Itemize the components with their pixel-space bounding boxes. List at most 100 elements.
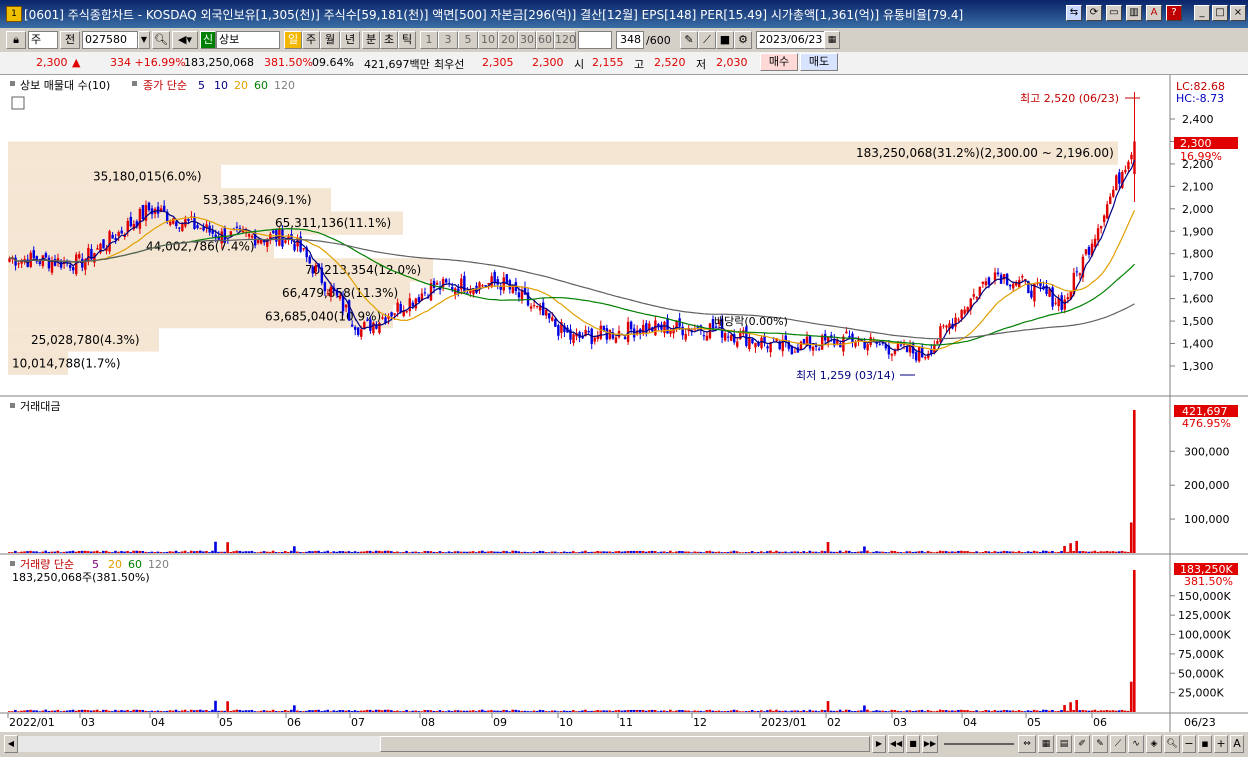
period-month[interactable]: 월 <box>320 31 340 49</box>
volume-bar <box>232 710 236 712</box>
chart-svg[interactable]: 183,250,068(31.2%)(2,300.00 ~ 2,196.00) 3… <box>0 75 1248 732</box>
x-tick-label: 10 <box>559 716 573 729</box>
period-minute[interactable]: 분 <box>362 31 380 49</box>
chart-area[interactable]: 183,250,068(31.2%)(2,300.00 ~ 2,196.00) 3… <box>0 75 1248 732</box>
zoom-out-icon[interactable]: − <box>1182 735 1196 753</box>
candle-body <box>599 325 603 339</box>
tool-cross-icon[interactable]: ✎ <box>680 31 698 49</box>
volume-bar <box>905 710 909 712</box>
candle-body <box>466 292 469 294</box>
volume-bar <box>841 711 845 712</box>
interval-20[interactable]: 20 <box>498 31 518 49</box>
minimize-button[interactable]: _ <box>1194 5 1210 21</box>
volume-bar <box>453 710 457 712</box>
draw3-icon[interactable]: ⟋ <box>1110 735 1126 753</box>
amount-bar <box>993 551 997 553</box>
volume-bar <box>211 709 214 712</box>
y-tick-label: 1,900 <box>1182 225 1214 238</box>
scrollbar-thumb[interactable] <box>380 736 870 752</box>
date-input[interactable]: 2023/06/23 <box>756 31 826 49</box>
help-icon[interactable]: ? <box>1166 5 1182 21</box>
split-icon[interactable]: ▥ <box>1126 5 1142 21</box>
prev-button[interactable]: 전 <box>60 31 80 49</box>
font-size-icon[interactable]: A <box>1230 735 1244 753</box>
amount-bar <box>544 552 548 553</box>
save-icon[interactable]: ■ <box>716 31 734 49</box>
interval-120[interactable]: 120 <box>554 31 576 49</box>
bucket-icon[interactable]: ◈ <box>1146 735 1162 753</box>
volume-bar <box>105 709 108 712</box>
amount-bar <box>602 551 605 553</box>
interval-10[interactable]: 10 <box>478 31 498 49</box>
stock-name-field[interactable]: 상보 <box>216 31 280 49</box>
interval-3[interactable]: 3 <box>438 31 458 49</box>
scroll-right-icon[interactable]: ▶ <box>872 735 886 753</box>
buy-button[interactable]: 매수 <box>760 53 798 71</box>
volume-bar <box>638 710 642 712</box>
market-select[interactable]: 주 <box>28 31 58 49</box>
volume-bar <box>68 710 72 712</box>
quote-high-label: 고 <box>634 58 645 71</box>
search-icon[interactable]: 🔍︎ <box>152 31 170 49</box>
amount-bar <box>98 552 102 553</box>
amount-bar <box>53 551 57 553</box>
amount-bar <box>714 551 718 553</box>
link-icon[interactable]: ⇆ <box>1066 5 1082 21</box>
font-icon[interactable]: A <box>1146 5 1162 21</box>
candle-body <box>939 326 942 342</box>
zoom-in-icon[interactable]: + <box>1214 735 1228 753</box>
tool-line-icon[interactable]: ⟋ <box>698 31 716 49</box>
window-icon[interactable]: ▭ <box>1106 5 1122 21</box>
dropdown-icon[interactable]: ▼ <box>138 31 150 49</box>
grid-toggle-icon[interactable] <box>11 96 25 110</box>
stop-icon[interactable]: ■ <box>906 735 920 753</box>
interval-30[interactable]: 30 <box>518 31 536 49</box>
period-week[interactable]: 주 <box>302 31 320 49</box>
amount-bar <box>766 551 769 553</box>
period-second[interactable]: 초 <box>380 31 398 49</box>
toolbar: 🔒︎ 주 전 027580 ▼ 🔍︎ ◀▾ 신 상보 일 주 월 년 분 초 틱… <box>0 28 1248 53</box>
amount-bar <box>511 550 514 553</box>
period-tick[interactable]: 틱 <box>398 31 416 49</box>
calendar-icon[interactable]: ▦ <box>824 31 840 49</box>
amount-bar <box>256 552 260 553</box>
period-year[interactable]: 년 <box>340 31 360 49</box>
candle-body <box>957 319 960 321</box>
rewind-icon[interactable]: ◀◀ <box>888 735 904 753</box>
sell-button[interactable]: 매도 <box>800 53 838 71</box>
zoom-slider[interactable] <box>944 743 1014 745</box>
settings-icon[interactable]: ⚙ <box>734 31 752 49</box>
draw2-icon[interactable]: ✎ <box>1092 735 1108 753</box>
zoom-search-icon[interactable]: 🔍︎ <box>1164 735 1180 753</box>
count-input[interactable]: 348 <box>616 31 644 49</box>
maximize-button[interactable]: □ <box>1212 5 1228 21</box>
fast-forward-icon[interactable]: ▶▶ <box>922 735 938 753</box>
interval-60[interactable]: 60 <box>536 31 554 49</box>
interval-custom-input[interactable] <box>578 31 612 49</box>
amount-bar <box>95 550 99 553</box>
close-button[interactable]: × <box>1230 5 1246 21</box>
sound-icon[interactable]: ◀▾ <box>172 31 198 49</box>
amount-bar <box>963 551 966 553</box>
amount-bar <box>659 551 663 553</box>
amount-bar <box>235 550 239 553</box>
scroll-left-icon[interactable]: ◀ <box>4 735 18 753</box>
refresh-icon[interactable]: ⟳ <box>1086 5 1102 21</box>
volume-bar <box>714 710 718 712</box>
period-day[interactable]: 일 <box>284 31 302 49</box>
interval-1[interactable]: 1 <box>420 31 438 49</box>
interval-5[interactable]: 5 <box>458 31 478 49</box>
layout-icon[interactable]: ▦ <box>1038 735 1054 753</box>
draw-icon[interactable]: ✐ <box>1074 735 1090 753</box>
lock-icon[interactable]: 🔒︎ <box>6 31 26 49</box>
draw4-icon[interactable]: ∿ <box>1128 735 1144 753</box>
ma-legend-10: 10 <box>214 79 228 92</box>
amount-bar <box>532 551 536 553</box>
more-icon[interactable]: ▪ <box>1198 735 1212 753</box>
zoom-fit-icon[interactable]: ⇔ <box>1018 735 1036 753</box>
stock-code-input[interactable]: 027580 <box>82 31 138 49</box>
volume-bar <box>314 709 317 712</box>
candle-body <box>669 330 672 334</box>
volume-summary: 183,250,068주(381.50%) <box>12 571 150 584</box>
layout2-icon[interactable]: ▤ <box>1056 735 1072 753</box>
